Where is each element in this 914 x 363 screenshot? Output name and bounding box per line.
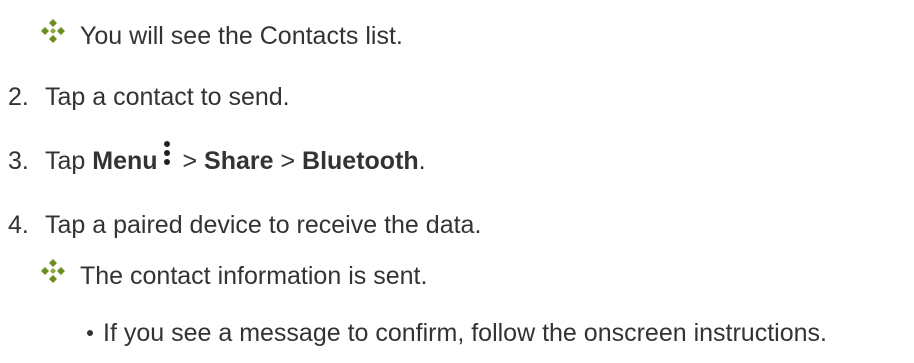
diamond-arrow-bullet-icon [40,18,66,44]
step-text: Tap a contact to send. [45,83,290,111]
step-text-suffix: . [418,147,426,175]
menu-label: Menu [92,147,158,175]
result-text: You will see the Contacts list. [80,21,403,51]
step-text-prefix: Tap [45,147,93,175]
step-number: 3. [8,147,29,175]
bluetooth-label: Bluetooth [302,147,419,175]
result-text-label: The contact information is sent. [80,262,428,290]
step-number: 4. [8,211,29,239]
vertical-ellipsis-icon [162,140,172,170]
share-label: Share [204,147,274,175]
note-item: If you see a message to confirm, follow … [103,318,827,348]
bullet-dot-icon [87,330,93,336]
step-item: 2. Tap a contact to send. [8,82,290,112]
separator: > [273,147,303,175]
step-text: Tap a paired device to receive the data. [45,211,482,239]
result-text-label: You will see the Contacts list. [80,22,403,50]
step-item: 3. Tap Menu > Share > Bluetooth . [8,141,426,176]
diamond-arrow-bullet-icon [40,258,66,284]
result-text: The contact information is sent. [80,261,427,291]
step-number: 2. [8,83,29,111]
separator: > [175,147,205,175]
note-text: If you see a message to confirm, follow … [103,319,827,347]
step-item: 4. Tap a paired device to receive the da… [8,210,481,240]
